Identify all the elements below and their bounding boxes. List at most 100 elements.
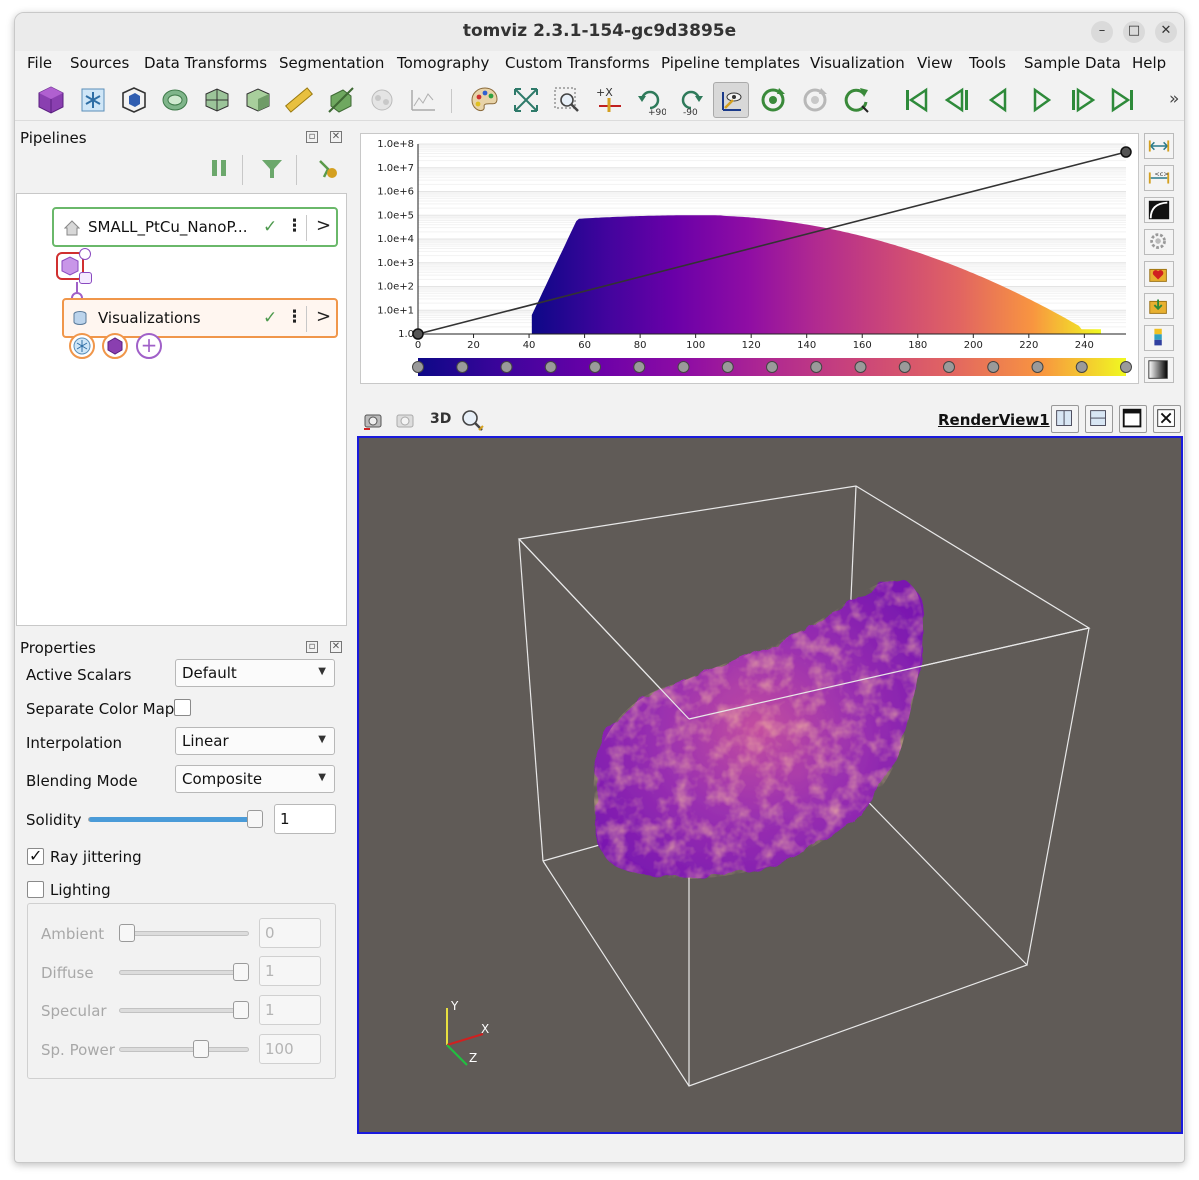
menu-view[interactable]: View [917,54,953,72]
volume-module-button[interactable] [102,333,128,359]
outline-icon[interactable] [118,84,150,116]
opacity-control-point[interactable] [1120,146,1132,158]
menu-tools[interactable]: Tools [969,54,1006,72]
toolbar-overflow-button[interactable]: » [1169,89,1179,109]
close-button[interactable]: ✕ [1155,21,1177,43]
camera-capture-icon[interactable] [361,407,387,433]
plot-icon[interactable] [407,84,439,116]
separate-color-map-checkbox[interactable] [174,699,191,716]
pause-icon[interactable] [208,157,230,179]
menu-visualization[interactable]: Visualization [810,54,905,72]
colormap-control-point[interactable] [721,361,734,373]
colormap-control-point[interactable] [898,361,911,373]
dock-float-icon[interactable]: ▫ [306,131,318,143]
reset-camera-icon[interactable] [510,84,542,116]
save-preset-icon[interactable] [1144,261,1174,287]
orthogonal-icon[interactable] [242,84,274,116]
maximize-button[interactable]: □ [1123,21,1145,43]
first-frame-icon[interactable] [900,84,932,116]
menu-custom-transforms[interactable]: Custom Transforms [505,54,650,72]
slice-module-button[interactable] [69,333,95,359]
zoom-to-box-icon[interactable] [551,84,583,116]
prev-frame-icon[interactable] [942,84,974,116]
add-module-button[interactable]: + [136,333,162,359]
sp-power-input[interactable]: 100 [259,1034,321,1064]
opacity-control-point[interactable] [412,328,424,340]
menu-file[interactable]: File [27,54,52,72]
contour-icon[interactable] [159,84,191,116]
play-icon[interactable] [1025,84,1057,116]
menu-data-transforms[interactable]: Data Transforms [144,54,267,72]
close-view-button[interactable] [1153,405,1181,433]
ruler-icon[interactable] [283,84,315,116]
lighting-checkbox[interactable] [27,881,44,898]
colormap-control-point[interactable] [456,361,469,373]
histogram-auto-range-button[interactable] [1144,133,1174,159]
interpolation-combo[interactable]: Linear ▼ [175,727,335,755]
ray-jittering-checkbox[interactable]: ✓ [27,846,44,865]
view-mode-3d-button[interactable]: 3D [430,411,451,427]
pipeline-settings-icon[interactable] [316,157,340,181]
colormap-control-point[interactable] [1075,361,1088,373]
diffuse-slider[interactable] [119,970,249,975]
colormap-bar[interactable] [412,358,1132,376]
colormap-control-point[interactable] [500,361,513,373]
grayscale-icon[interactable] [1144,357,1174,383]
camera-undo-icon[interactable] [393,407,419,433]
reload-disabled-icon[interactable] [799,84,831,116]
molecule-icon[interactable] [366,84,398,116]
render-view-label[interactable]: RenderView1 [938,411,1050,429]
histogram-chart[interactable]: 1.0e+8 1.0e+7 1.0e+6 1.0e+5 1.0e+4 1.0e+3 1.0e… [361,134,1140,385]
colormap-control-point[interactable] [987,361,1000,373]
rotate-minus-90-icon[interactable]: -90 [675,84,707,118]
clip-icon[interactable] [325,84,357,116]
blending-mode-combo[interactable]: Composite ▼ [175,765,335,793]
ambient-input[interactable]: 0 [259,918,321,948]
split-horizontal-button[interactable] [1051,405,1079,433]
colormap-control-point[interactable] [810,361,823,373]
solidity-slider[interactable] [88,817,263,822]
dock-close-icon[interactable]: ✕ [330,131,342,143]
interact-icon[interactable] [713,82,749,118]
solidity-slider-handle[interactable] [247,810,263,828]
next-frame-icon[interactable] [1066,84,1098,116]
solidity-input[interactable]: 1 [274,804,336,834]
colormap-control-point[interactable] [589,361,601,373]
menu-segmentation[interactable]: Segmentation [279,54,384,72]
menu-sources[interactable]: Sources [70,54,129,72]
ambient-slider-handle[interactable] [119,924,135,942]
ruler-box-icon[interactable] [201,84,233,116]
diffuse-slider-handle[interactable] [233,963,249,981]
menu-sample-data[interactable]: Sample Data [1024,54,1121,72]
specular-slider-handle[interactable] [233,1001,249,1019]
rotate-plus-90-icon[interactable]: +90 [634,84,667,118]
pipeline-data-node[interactable]: SMALL_PtCu_NanoP... ✓ ⋮ > [52,207,338,247]
menu-pipeline-templates[interactable]: Pipeline templates [661,54,800,72]
diffuse-input[interactable]: 1 [259,956,321,986]
render-view-3d[interactable]: Y X Z [357,436,1183,1134]
minimize-button[interactable]: – [1091,21,1113,43]
log-scale-toggle-icon[interactable] [1144,197,1174,223]
data-node-menu-button[interactable]: ⋮ [286,216,303,236]
slice-icon[interactable] [77,84,109,116]
colormap-control-point[interactable] [766,361,778,373]
split-vertical-button[interactable] [1085,405,1113,433]
active-scalars-combo[interactable]: Default ▼ [175,659,335,687]
menu-tomography[interactable]: Tomography [397,54,489,72]
colormap-control-point[interactable] [677,361,690,373]
colormap-control-point[interactable] [1120,361,1132,373]
maximize-view-button[interactable] [1119,405,1147,433]
color-palette-icon[interactable] [469,84,501,116]
dock-close-icon[interactable]: ✕ [330,641,342,653]
reverse-icon[interactable] [983,84,1015,116]
dock-float-icon[interactable]: ▫ [306,641,318,653]
colormap-control-point[interactable] [854,361,867,373]
set-view-x-icon[interactable]: +X [593,84,625,116]
histogram-custom-range-button[interactable]: <c> [1144,165,1174,191]
menu-help[interactable]: Help [1132,54,1166,72]
pipeline-visualizations-node[interactable]: Visualizations ✓ ⋮ > [62,298,338,338]
specular-input[interactable]: 1 [259,995,321,1025]
load-preset-icon[interactable] [1144,293,1174,319]
gear-icon[interactable] [1144,229,1174,255]
reload-icon[interactable] [757,84,789,116]
